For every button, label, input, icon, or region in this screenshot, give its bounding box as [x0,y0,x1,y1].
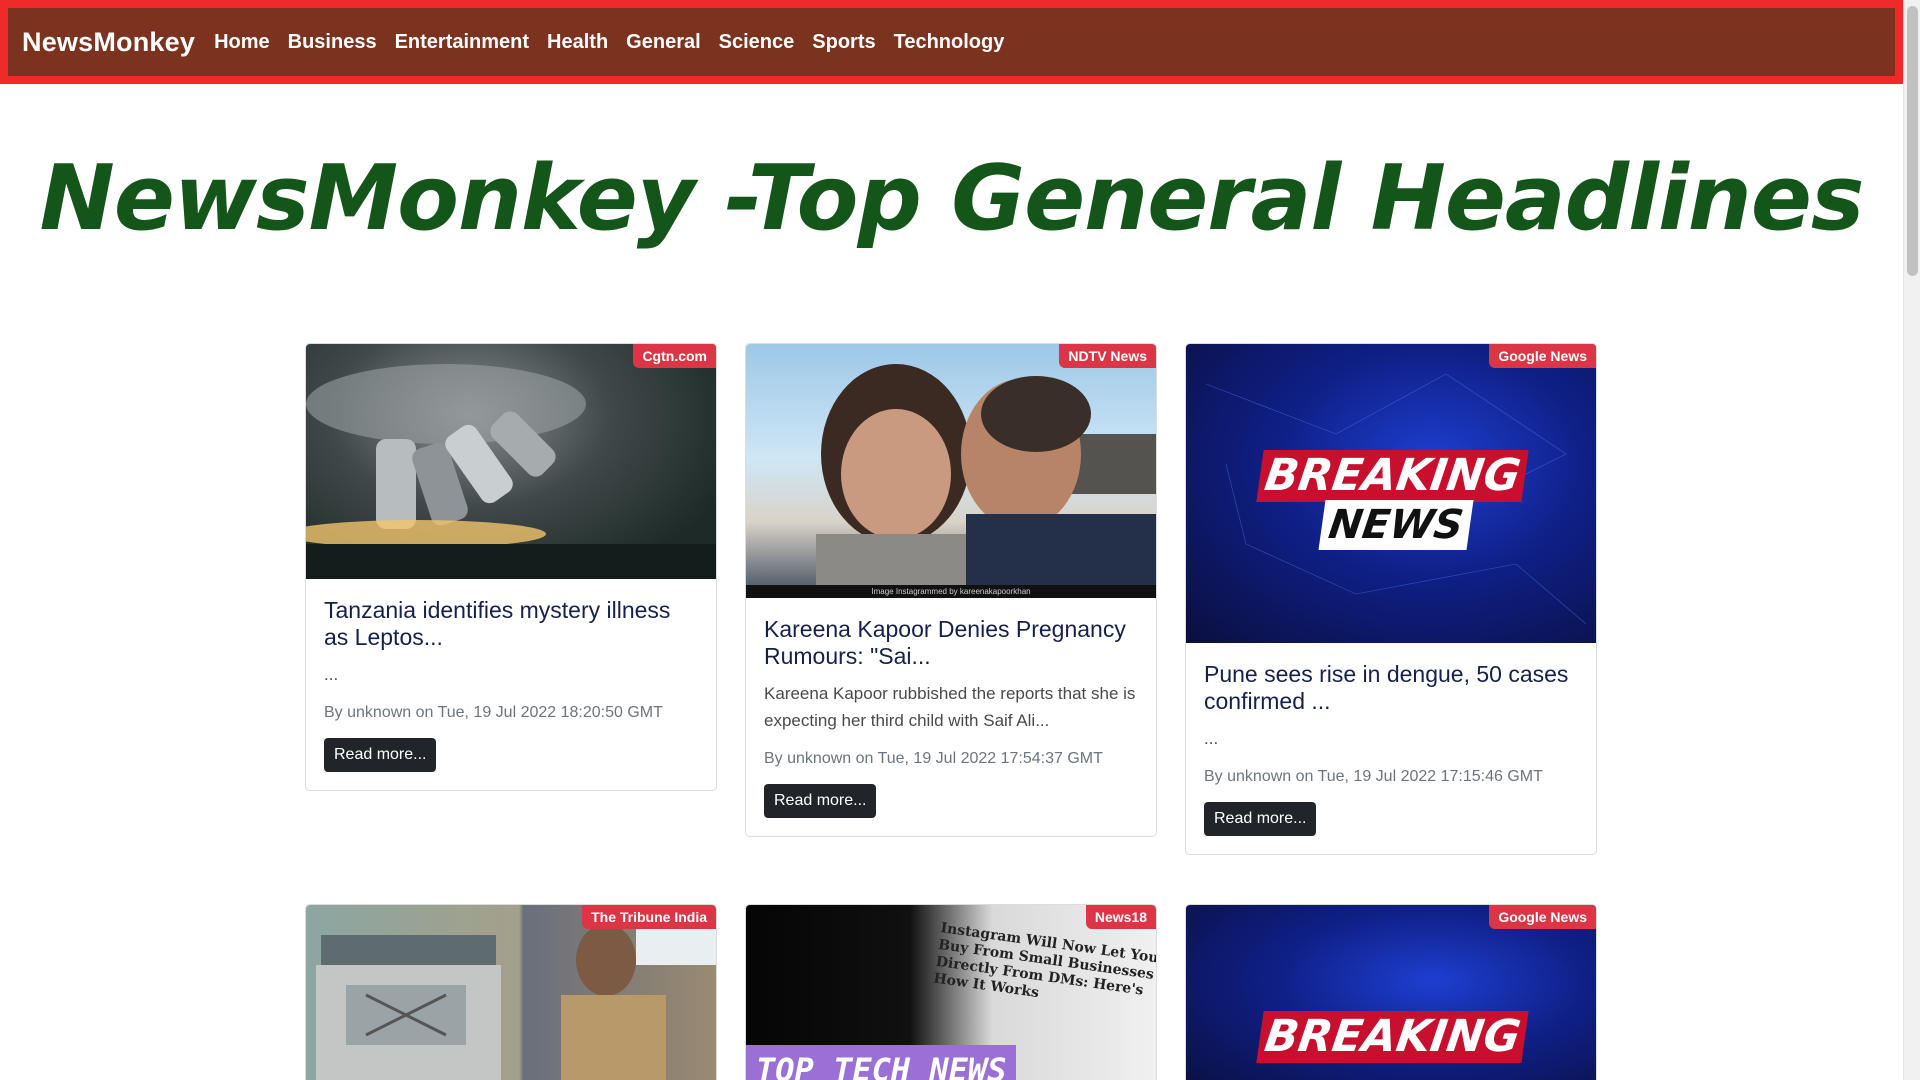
news-card: Instagram Will Now Let You Buy From Smal… [745,904,1157,1080]
nav-link-technology[interactable]: Technology [894,31,1005,54]
source-badge: The Tribune India [582,905,716,929]
read-more-button[interactable]: Read more... [324,738,437,772]
nav-link-home[interactable]: Home [214,31,270,54]
top-tech-news-image: Instagram Will Now Let You Buy From Smal… [746,905,1156,1080]
read-more-button[interactable]: Read more... [1204,802,1317,836]
news-card: BREAKING Google News [1185,904,1597,1080]
card-title: Kareena Kapoor Denies Pregnancy Rumours:… [764,616,1126,669]
card-title: Pune sees rise in dengue, 50 cases confi… [1204,661,1569,714]
nav-links: Home Business Entertainment Health Gener… [205,31,1013,54]
breaking-news-image: BREAKING Google News [1186,905,1596,1080]
truck-illustration [316,905,716,1080]
nav-link-general[interactable]: General [626,31,700,54]
card-description: Kareena Kapoor rubbished the reports tha… [764,684,1136,730]
news-card: NDTV News Image Instagrammed by kareenak… [745,343,1157,837]
page-title: NewsMonkey -Top General Headlines [39,146,1865,251]
source-badge: NDTV News [1059,344,1156,368]
couple-photo-image: NDTV News Image Instagrammed by kareenak… [746,344,1156,598]
breaking-label: BREAKING [1256,1011,1529,1063]
nav-link-business[interactable]: Business [288,31,377,54]
breaking-label: BREAKING [1256,450,1529,502]
tech-article-headline: Instagram Will Now Let You Buy From Smal… [932,920,1156,1002]
truck-and-patient-image: The Tribune India [306,905,716,1080]
source-badge: News18 [1085,905,1156,929]
card-title: Tanzania identifies mystery illness as L… [324,597,671,650]
card-description: ... [324,665,339,684]
source-badge: Google News [1489,344,1596,368]
top-tech-news-banner: TOP TECH NEWS [746,1045,1017,1080]
news-label: NEWS [1318,500,1474,550]
nav-link-sports[interactable]: Sports [812,31,875,54]
nav-link-science[interactable]: Science [719,31,795,54]
brand-logo[interactable]: NewsMonkey [22,27,195,58]
read-more-button[interactable]: Read more... [764,784,877,818]
image-caption: Image Instagrammed by kareenakapoorkhan [746,585,1156,598]
microscope-illustration [306,364,716,579]
news-card: BREAKING NEWS Google News Pune sees rise… [1185,343,1597,855]
news-card: The Tribune India [305,904,717,1080]
source-badge: Cgtn.com [633,344,716,368]
navbar: NewsMonkey Home Business Entertainment H… [0,0,1903,84]
source-badge: Google News [1489,905,1596,929]
nav-link-entertainment[interactable]: Entertainment [395,31,529,54]
card-meta: By unknown on Tue, 19 Jul 2022 17:54:37 … [764,750,1103,767]
nav-link-health[interactable]: Health [547,31,608,54]
couple-illustration [816,364,1156,598]
news-card: Cgtn.com Tanzania identifies mystery ill… [305,343,717,791]
microscope-image: Cgtn.com [306,344,716,579]
breaking-news-image: BREAKING NEWS Google News [1186,344,1596,643]
card-meta: By unknown on Tue, 19 Jul 2022 18:20:50 … [324,704,663,721]
scrollbar-thumb[interactable] [1907,6,1918,276]
page-scrollbar[interactable] [1903,0,1920,1080]
card-description: ... [1204,729,1219,748]
card-meta: By unknown on Tue, 19 Jul 2022 17:15:46 … [1204,768,1543,785]
